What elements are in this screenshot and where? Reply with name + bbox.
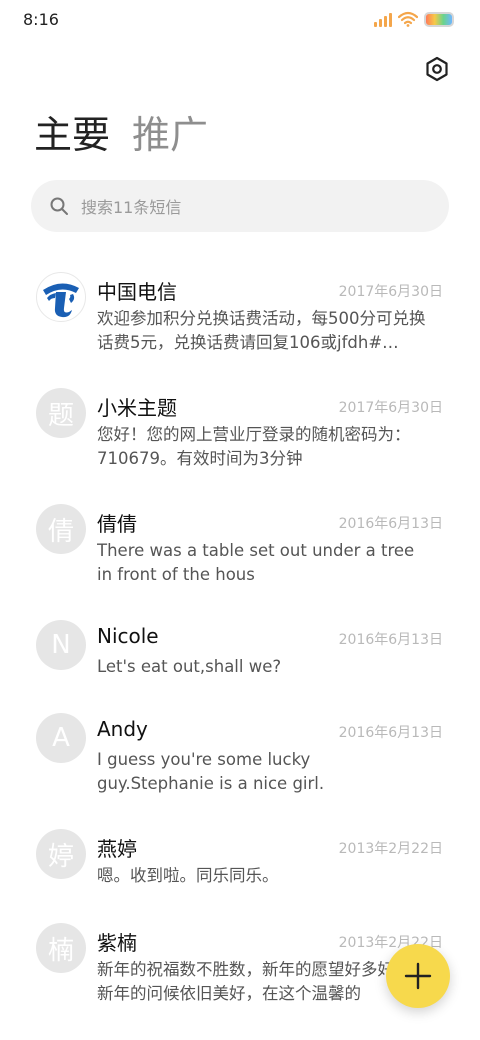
avatar: A: [36, 713, 86, 763]
tab-primary[interactable]: 主要: [34, 112, 110, 158]
conversation-row[interactable]: 婷 燕婷 2013年2月22日 嗯。收到啦。同乐同乐。: [0, 813, 480, 907]
conversation-name: 燕婷: [97, 837, 137, 861]
conversation-list: 中国电信 2017年6月30日 欢迎参加积分兑换话费活动，每500分可兑换话费5…: [0, 256, 480, 1023]
status-bar: 8:16: [0, 0, 480, 40]
search-input[interactable]: 搜索11条短信: [31, 180, 449, 232]
avatar: N: [36, 620, 86, 670]
conversation-row[interactable]: 中国电信 2017年6月30日 欢迎参加积分兑换话费活动，每500分可兑换话费5…: [0, 256, 480, 372]
avatar: 楠: [36, 923, 86, 973]
avatar: 婷: [36, 829, 86, 879]
settings-button[interactable]: [420, 52, 454, 86]
conversation-row[interactable]: N Nicole 2016年6月13日 Let's eat out,shall …: [0, 604, 480, 697]
conversation-name: 中国电信: [97, 280, 177, 304]
status-icons: [374, 11, 454, 27]
status-time: 8:16: [23, 10, 59, 29]
conversation-preview: There was a table set out under a tree i…: [97, 541, 415, 584]
conversation-date: 2016年6月13日: [338, 725, 443, 741]
hexagon-settings-icon: [426, 56, 448, 82]
conversation-name: Andy: [97, 717, 148, 741]
conversation-preview: Let's eat out,shall we?: [97, 657, 282, 676]
plus-icon: [404, 962, 432, 990]
conversation-date: 2016年6月13日: [338, 632, 443, 648]
search-placeholder: 搜索11条短信: [81, 198, 182, 217]
conversation-date: 2013年2月22日: [338, 841, 443, 857]
wifi-icon: [398, 11, 418, 27]
conversation-preview: 新年的祝福数不胜数，新年的愿望好多好多，新年的问候依旧美好，在这个温馨的: [97, 960, 427, 1003]
conversation-name: 小米主题: [97, 396, 177, 420]
conversation-name: 紫楠: [97, 931, 137, 955]
new-message-button[interactable]: [386, 944, 450, 1008]
battery-icon: [424, 11, 454, 27]
search-icon: [50, 197, 68, 215]
conversation-preview: 欢迎参加积分兑换话费活动，每500分可兑换话费5元，兑换话费请回复106或jfd…: [97, 309, 426, 352]
conversation-preview: 嗯。收到啦。同乐同乐。: [97, 866, 279, 885]
conversation-date: 2017年6月30日: [338, 400, 443, 416]
conversation-date: 2016年6月13日: [338, 516, 443, 532]
tab-promotions[interactable]: 推广: [132, 112, 208, 158]
tab-bar: 主要 推广: [34, 112, 208, 158]
avatar: 题: [36, 388, 86, 438]
conversation-preview: I guess you're some lucky guy.Stephanie …: [97, 750, 325, 793]
avatar: 倩: [36, 504, 86, 554]
signal-icon: [374, 11, 392, 27]
conversation-row[interactable]: 倩 倩倩 2016年6月13日 There was a table set ou…: [0, 488, 480, 604]
conversation-name: 倩倩: [97, 512, 137, 536]
conversation-name: Nicole: [97, 624, 159, 648]
conversation-row[interactable]: A Andy 2016年6月13日 I guess you're some lu…: [0, 697, 480, 813]
conversation-preview: 您好！您的网上营业厅登录的随机密码为：710679。有效时间为3分钟: [97, 425, 411, 468]
conversation-date: 2017年6月30日: [338, 284, 443, 300]
china-telecom-logo-icon: [36, 272, 86, 322]
conversation-row[interactable]: 题 小米主题 2017年6月30日 您好！您的网上营业厅登录的随机密码为：710…: [0, 372, 480, 488]
